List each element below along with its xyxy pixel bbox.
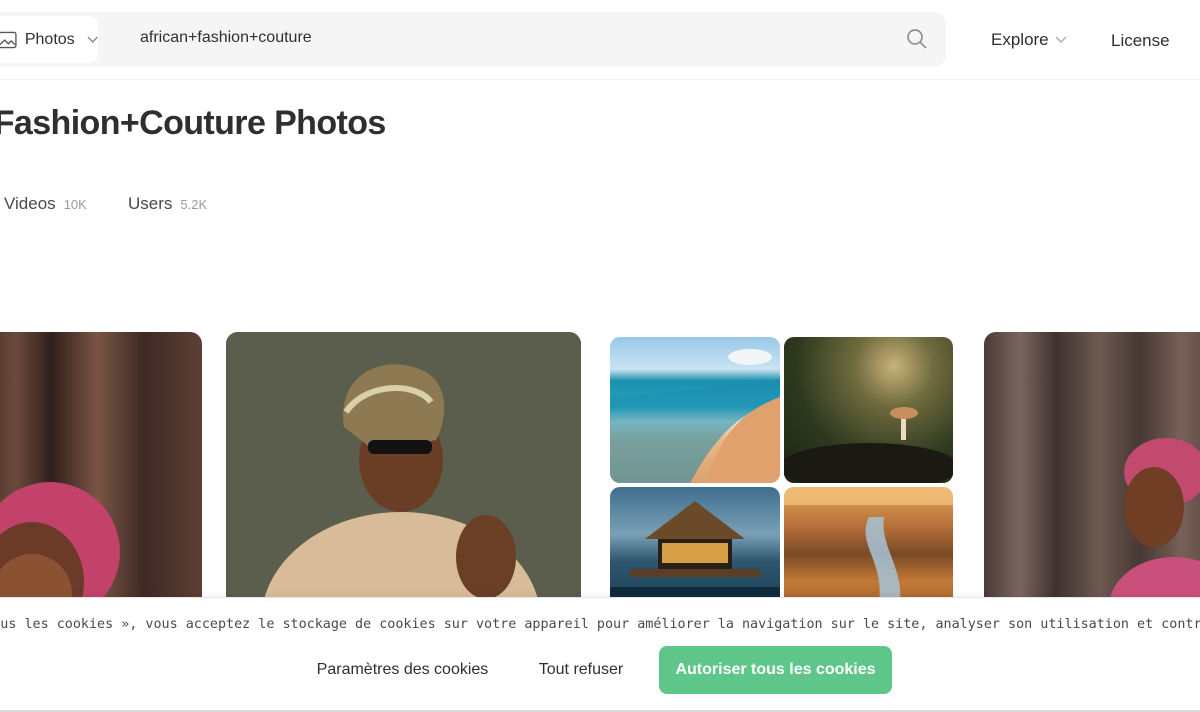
photo-card[interactable] [0,332,202,622]
image-icon [0,31,17,48]
header: Photos african+fashion+couture Explore L… [0,0,1200,80]
media-type-label: Photos [24,30,75,48]
photo-card[interactable] [984,332,1200,622]
tab-count: 10K [63,197,87,212]
nav-license[interactable]: License [1111,31,1170,51]
chevron-down-icon [1055,36,1067,44]
page-title: an+Fashion+Couture Photos [0,104,386,142]
photo-card[interactable] [226,332,581,622]
collage-image [784,337,953,483]
collection-card[interactable] [604,332,958,622]
cookie-text: er tous les cookies », vous acceptez le … [0,617,1200,632]
collage-image [610,337,780,483]
cookie-banner: er tous les cookies », vous acceptez le … [0,597,1200,712]
photo-image [0,482,202,622]
accept-all-cookies-button[interactable]: Autoriser tous les cookies [659,646,892,694]
page: Photos african+fashion+couture Explore L… [0,0,1200,712]
search-input[interactable]: african+fashion+couture [140,29,312,47]
search-icon[interactable] [906,28,928,50]
photo-image [226,332,581,622]
chevron-down-icon [87,36,98,43]
tab-label: Users [128,194,173,213]
tab-users[interactable]: Users 5.2K [128,194,207,214]
tab-label: Videos [4,194,56,213]
tab-videos[interactable]: Videos 10K [4,194,87,214]
cookie-settings-button[interactable]: Paramètres des cookies [300,646,505,694]
refuse-all-button[interactable]: Tout refuser [520,646,642,694]
media-type-select[interactable]: Photos [0,16,98,63]
tab-count: 5.2K [180,197,208,212]
nav-explore[interactable]: Explore [991,30,1067,50]
search-bar: Photos african+fashion+couture [0,12,946,67]
photo-image [1109,438,1200,622]
nav-explore-label: Explore [991,30,1049,49]
